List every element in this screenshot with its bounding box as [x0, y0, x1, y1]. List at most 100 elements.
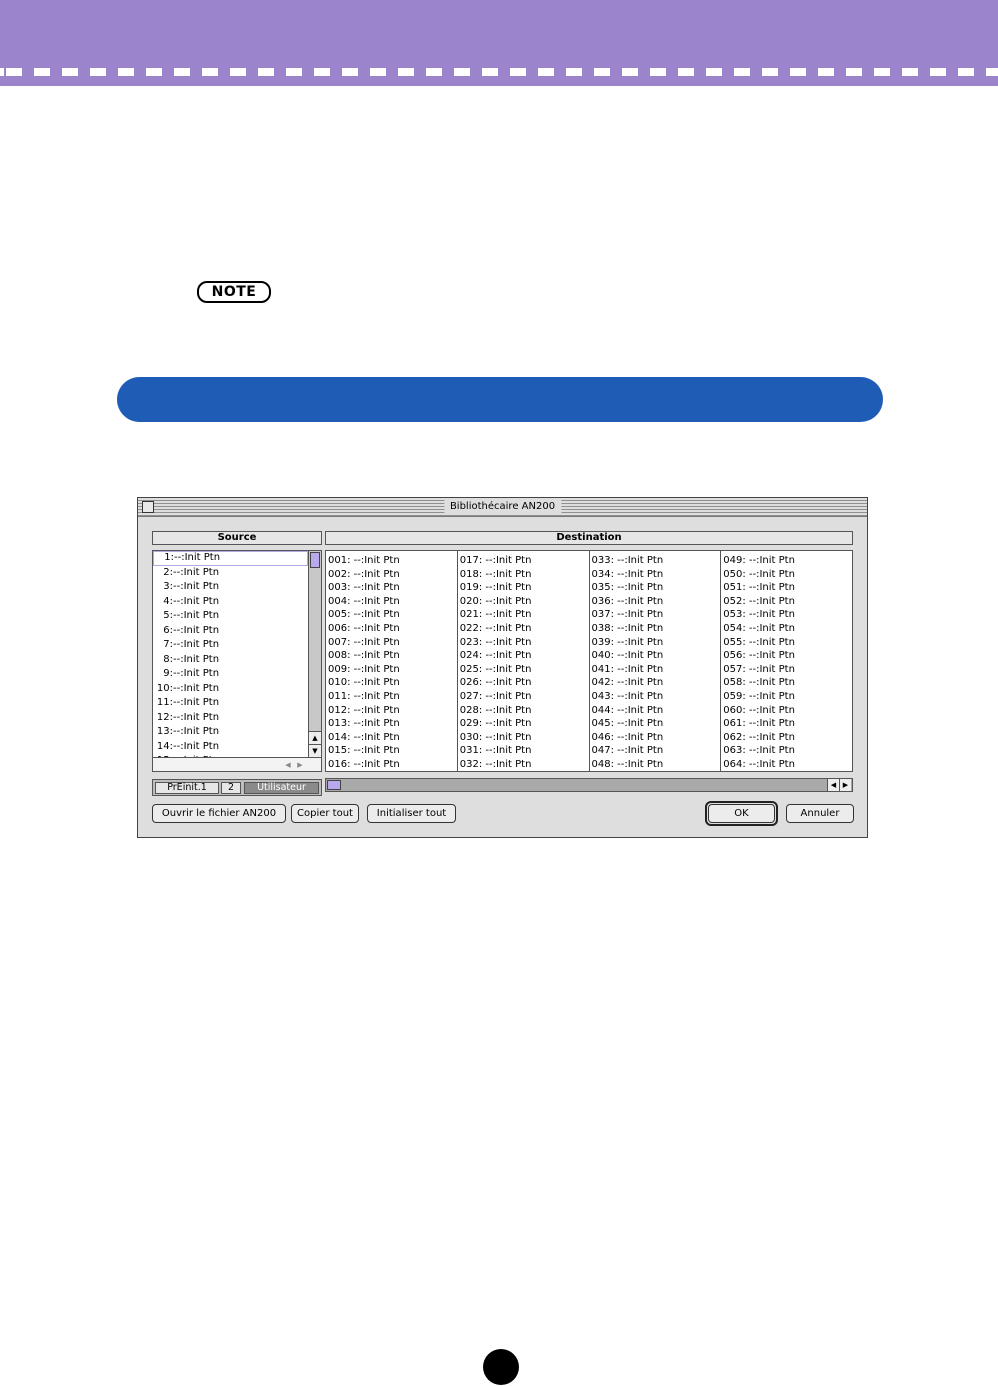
destination-slot[interactable]: 048: --:Init Ptn — [592, 758, 721, 772]
destination-slot[interactable]: 052: --:Init Ptn — [723, 595, 852, 609]
close-box-icon[interactable] — [142, 501, 154, 513]
destination-slot[interactable]: 024: --:Init Ptn — [460, 649, 589, 663]
initialize-all-button[interactable]: Initialiser tout — [367, 804, 456, 823]
destination-slot[interactable]: 029: --:Init Ptn — [460, 717, 589, 731]
list-item[interactable]: 11:--:Init Ptn — [153, 696, 308, 711]
destination-slot[interactable]: 055: --:Init Ptn — [723, 636, 852, 650]
tab-2[interactable]: 2 — [221, 782, 241, 794]
list-item[interactable]: 13:--:Init Ptn — [153, 725, 308, 740]
list-item[interactable]: 4:--:Init Ptn — [153, 595, 308, 610]
list-item[interactable]: 2:--:Init Ptn — [153, 566, 308, 581]
destination-slot[interactable]: 045: --:Init Ptn — [592, 717, 721, 731]
destination-slot[interactable]: 057: --:Init Ptn — [723, 663, 852, 677]
destination-slot[interactable]: 051: --:Init Ptn — [723, 581, 852, 595]
source-list[interactable]: 1:--:Init Ptn 2:--:Init Ptn 3:--:Init Ptn 4… — [152, 550, 322, 772]
destination-slot[interactable]: 004: --:Init Ptn — [328, 595, 457, 609]
destination-slot[interactable]: 064: --:Init Ptn — [723, 758, 852, 772]
tab-utilisateur[interactable]: Utilisateur — [244, 782, 319, 794]
destination-slot[interactable]: 019: --:Init Ptn — [460, 581, 589, 595]
destination-slot[interactable]: 023: --:Init Ptn — [460, 636, 589, 650]
destination-slot[interactable]: 035: --:Init Ptn — [592, 581, 721, 595]
list-item[interactable]: 7:--:Init Ptn — [153, 638, 308, 653]
destination-slot[interactable]: 061: --:Init Ptn — [723, 717, 852, 731]
destination-slot[interactable]: 011: --:Init Ptn — [328, 690, 457, 704]
destination-slot[interactable]: 001: --:Init Ptn — [328, 554, 457, 568]
destination-slot[interactable]: 005: --:Init Ptn — [328, 608, 457, 622]
destination-slot[interactable]: 056: --:Init Ptn — [723, 649, 852, 663]
destination-slot[interactable]: 054: --:Init Ptn — [723, 622, 852, 636]
list-item[interactable]: 12:--:Init Ptn — [153, 711, 308, 726]
destination-slot[interactable]: 022: --:Init Ptn — [460, 622, 589, 636]
destination-slot[interactable]: 036: --:Init Ptn — [592, 595, 721, 609]
scroll-right-arrow-icon[interactable]: ▶ — [839, 779, 851, 791]
destination-slot[interactable]: 021: --:Init Ptn — [460, 608, 589, 622]
destination-slot[interactable]: 053: --:Init Ptn — [723, 608, 852, 622]
destination-slot[interactable]: 046: --:Init Ptn — [592, 731, 721, 745]
destination-slot[interactable]: 038: --:Init Ptn — [592, 622, 721, 636]
destination-slot[interactable]: 028: --:Init Ptn — [460, 704, 589, 718]
scroll-down-arrow-icon[interactable]: ▼ — [309, 744, 321, 757]
scroll-thumb[interactable] — [310, 552, 320, 568]
destination-slot[interactable]: 026: --:Init Ptn — [460, 676, 589, 690]
destination-slot[interactable]: 037: --:Init Ptn — [592, 608, 721, 622]
source-vertical-scrollbar[interactable]: ▲ ▼ — [308, 551, 321, 758]
list-item[interactable]: 10:--:Init Ptn — [153, 682, 308, 697]
scroll-thumb[interactable] — [327, 780, 341, 790]
destination-slot[interactable]: 032: --:Init Ptn — [460, 758, 589, 772]
destination-slot[interactable]: 049: --:Init Ptn — [723, 554, 852, 568]
destination-slot[interactable]: 058: --:Init Ptn — [723, 676, 852, 690]
scroll-left-arrow-icon[interactable]: ◀ — [827, 779, 839, 791]
list-item[interactable]: 14:--:Init Ptn — [153, 740, 308, 755]
scroll-right-arrow-icon[interactable]: ▶ — [295, 759, 305, 771]
destination-slot[interactable]: 050: --:Init Ptn — [723, 568, 852, 582]
destination-slot[interactable]: 062: --:Init Ptn — [723, 731, 852, 745]
destination-slot[interactable]: 012: --:Init Ptn — [328, 704, 457, 718]
destination-slot[interactable]: 034: --:Init Ptn — [592, 568, 721, 582]
destination-slot[interactable]: 006: --:Init Ptn — [328, 622, 457, 636]
destination-slot[interactable]: 031: --:Init Ptn — [460, 744, 589, 758]
destination-slot[interactable]: 018: --:Init Ptn — [460, 568, 589, 582]
scroll-up-arrow-icon[interactable]: ▲ — [309, 731, 321, 744]
destination-slot[interactable]: 009: --:Init Ptn — [328, 663, 457, 677]
list-item[interactable]: 8:--:Init Ptn — [153, 653, 308, 668]
title-bar[interactable]: Bibliothécaire AN200 — [138, 498, 867, 517]
list-item[interactable]: 1:--:Init Ptn — [153, 551, 308, 566]
destination-slot[interactable]: 015: --:Init Ptn — [328, 744, 457, 758]
destination-slot[interactable]: 007: --:Init Ptn — [328, 636, 457, 650]
destination-horizontal-scrollbar[interactable]: ◀ ▶ — [325, 778, 853, 792]
destination-slot[interactable]: 020: --:Init Ptn — [460, 595, 589, 609]
list-item[interactable]: 5:--:Init Ptn — [153, 609, 308, 624]
tab-preinit1[interactable]: PrEinit.1 — [155, 782, 219, 794]
destination-slot[interactable]: 060: --:Init Ptn — [723, 704, 852, 718]
destination-slot[interactable]: 016: --:Init Ptn — [328, 758, 457, 772]
destination-slot[interactable]: 040: --:Init Ptn — [592, 649, 721, 663]
destination-slot[interactable]: 042: --:Init Ptn — [592, 676, 721, 690]
destination-slot[interactable]: 003: --:Init Ptn — [328, 581, 457, 595]
destination-slot[interactable]: 010: --:Init Ptn — [328, 676, 457, 690]
destination-slot[interactable]: 047: --:Init Ptn — [592, 744, 721, 758]
destination-slot[interactable]: 027: --:Init Ptn — [460, 690, 589, 704]
destination-slot[interactable]: 030: --:Init Ptn — [460, 731, 589, 745]
destination-slot[interactable]: 039: --:Init Ptn — [592, 636, 721, 650]
destination-slot[interactable]: 013: --:Init Ptn — [328, 717, 457, 731]
copy-all-button[interactable]: Copier tout — [291, 804, 359, 823]
destination-slot[interactable]: 014: --:Init Ptn — [328, 731, 457, 745]
cancel-button[interactable]: Annuler — [786, 804, 854, 823]
destination-slot[interactable]: 025: --:Init Ptn — [460, 663, 589, 677]
destination-slot[interactable]: 033: --:Init Ptn — [592, 554, 721, 568]
destination-grid[interactable]: 001: --:Init Ptn 002: --:Init Ptn 003: --:… — [325, 550, 853, 772]
source-horizontal-scrollbar[interactable]: ◀ ▶ — [153, 757, 321, 771]
destination-slot[interactable]: 059: --:Init Ptn — [723, 690, 852, 704]
destination-slot[interactable]: 044: --:Init Ptn — [592, 704, 721, 718]
list-item[interactable]: 6:--:Init Ptn — [153, 624, 308, 639]
destination-slot[interactable]: 063: --:Init Ptn — [723, 744, 852, 758]
destination-slot[interactable]: 002: --:Init Ptn — [328, 568, 457, 582]
destination-slot[interactable]: 043: --:Init Ptn — [592, 690, 721, 704]
destination-slot[interactable]: 008: --:Init Ptn — [328, 649, 457, 663]
list-item[interactable]: 9:--:Init Ptn — [153, 667, 308, 682]
scroll-left-arrow-icon[interactable]: ◀ — [283, 759, 293, 771]
open-file-button[interactable]: Ouvrir le fichier AN200 — [152, 804, 286, 823]
list-item[interactable]: 3:--:Init Ptn — [153, 580, 308, 595]
destination-slot[interactable]: 017: --:Init Ptn — [460, 554, 589, 568]
destination-slot[interactable]: 041: --:Init Ptn — [592, 663, 721, 677]
